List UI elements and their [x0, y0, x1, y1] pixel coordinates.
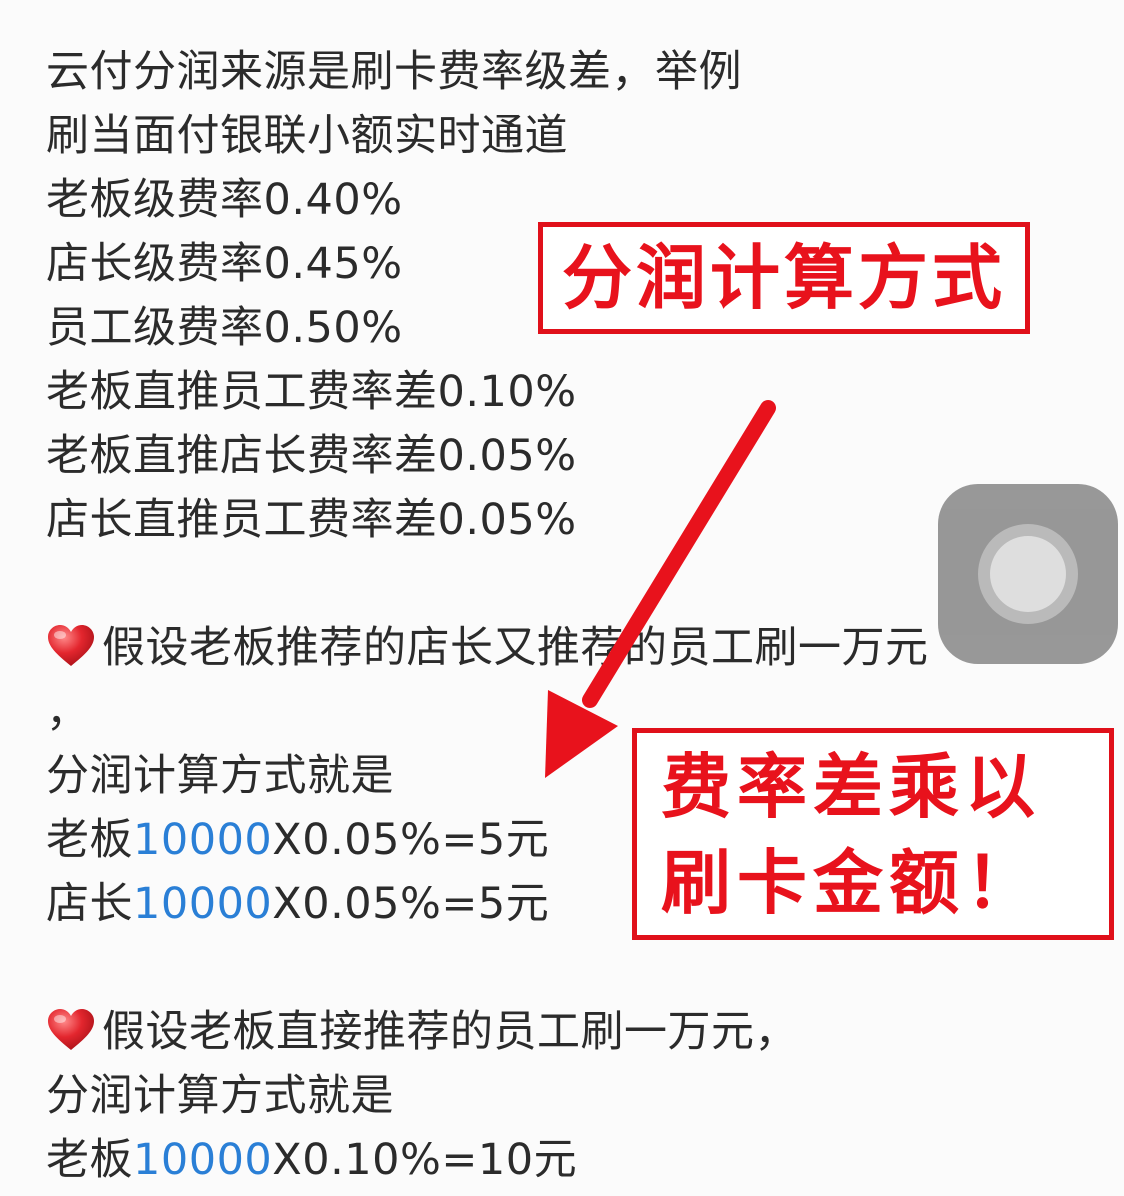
text-segment: 假设老板直接推荐的员工刷一万元， [102, 1007, 798, 1057]
annotation-line: 费率差乘以 [661, 746, 1041, 828]
phone-number-link[interactable]: 10000 [133, 815, 272, 865]
annotation-box-formula: 费率差乘以 刷卡金额！ [632, 728, 1114, 940]
text-segment: X0.05%=5元 [272, 879, 550, 929]
phone-number-link[interactable]: 10000 [133, 879, 272, 929]
text-segment: 店长 [46, 879, 133, 929]
text-segment: X0.10%=10元 [272, 1135, 578, 1185]
text-line: 老板直推员工费率差0.10% [46, 367, 577, 417]
text-segment: 老板 [46, 1135, 133, 1185]
text-line: 老板直推店长费率差0.05% [46, 431, 577, 481]
annotation-line: 刷卡金额！ [661, 842, 1041, 924]
annotation-box-method: 分润计算方式 [538, 222, 1030, 334]
text-line: 云付分润来源是刷卡费率级差，举例 [46, 47, 742, 97]
text-segment: X0.05%=5元 [272, 815, 550, 865]
text-line: 分润计算方式就是 [46, 1071, 394, 1121]
text-line: 刷当面付银联小额实时通道 [46, 111, 568, 161]
text-line: 老板10000X0.10%=10元 [46, 1128, 1096, 1192]
assistive-touch-core [990, 536, 1066, 612]
text-segment: 老板 [46, 815, 133, 865]
heart-icon [48, 625, 94, 666]
heart-icon [48, 1009, 94, 1050]
text-segment: 假设老板推荐的店长又推荐的员工刷一万元 [102, 623, 929, 673]
phone-number-link[interactable]: 10000 [133, 1135, 272, 1185]
assistive-touch-icon[interactable] [938, 484, 1118, 664]
chat-message-page: 云付分润来源是刷卡费率级差，举例 刷当面付银联小额实时通道 老板级费率0.40%… [0, 0, 1124, 1196]
text-line: 假设老板直接推荐的员工刷一万元， [46, 1000, 1096, 1064]
